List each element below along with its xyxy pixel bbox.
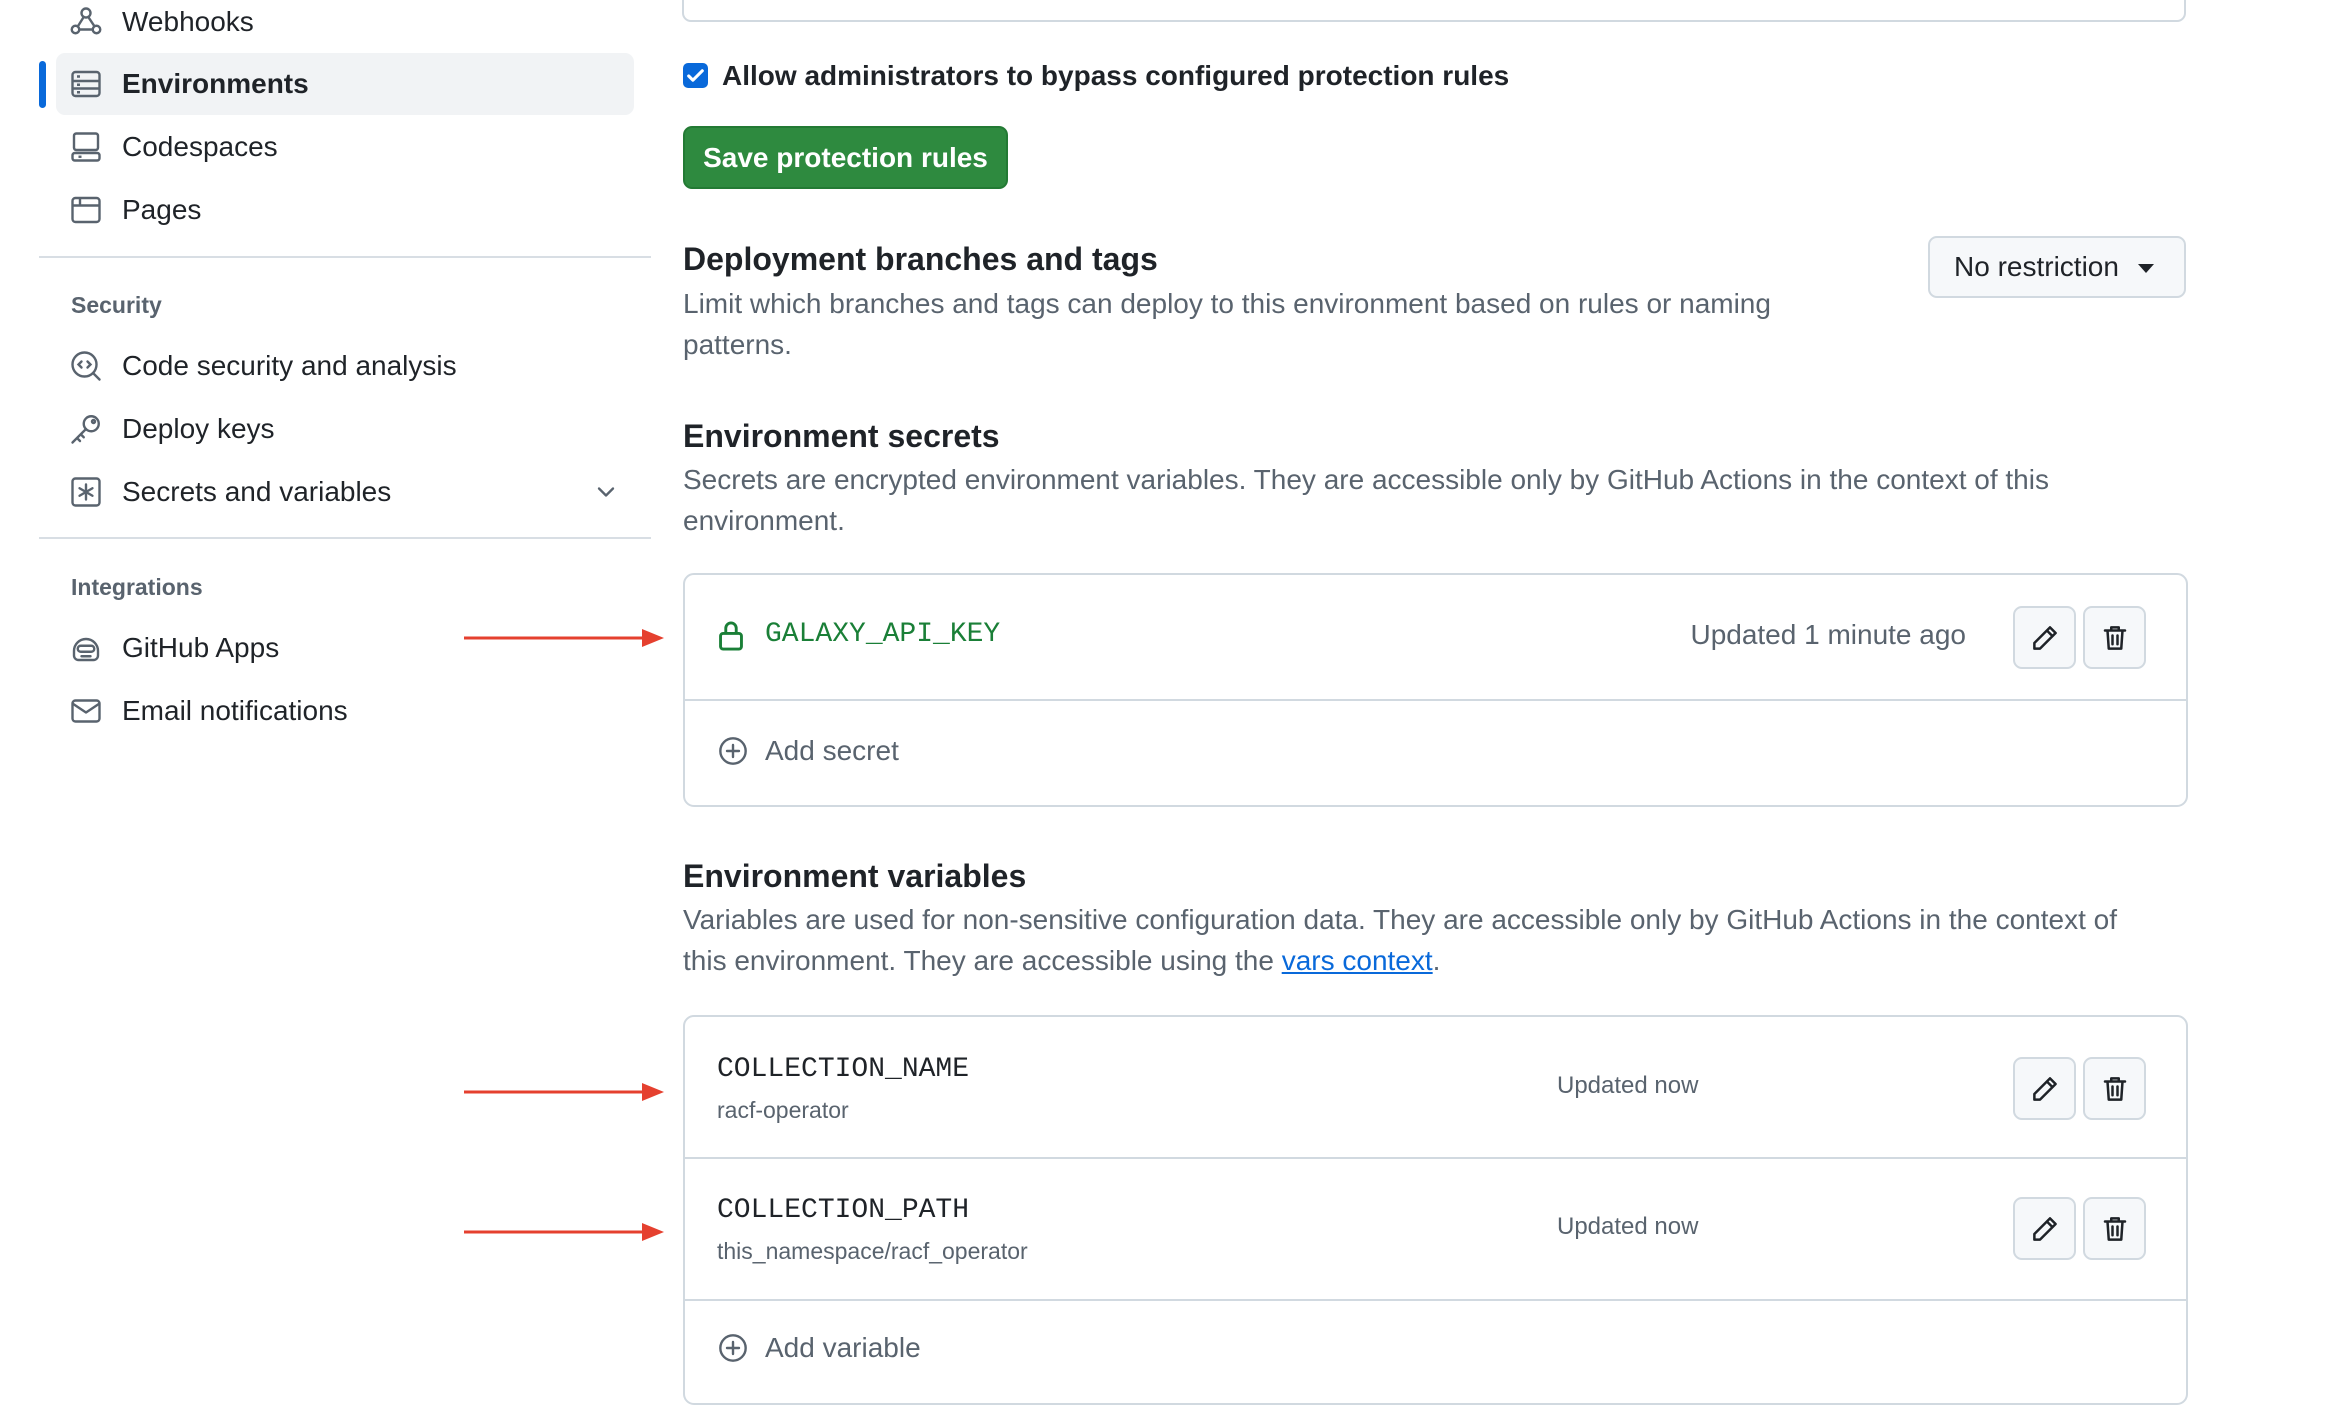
sidebar-item-label: GitHub Apps (122, 632, 280, 663)
variable-name: COLLECTION_PATH (717, 1195, 970, 1226)
delete-variable-button[interactable] (2083, 1197, 2146, 1260)
bypass-checkbox[interactable] (683, 63, 708, 88)
mail-icon (71, 699, 101, 723)
environment-variables-description: Variables are used for non-sensitive con… (683, 899, 2117, 981)
description-line: Variables are used for non-sensitive con… (683, 904, 2117, 935)
check-icon (687, 69, 704, 82)
row-divider (685, 699, 2186, 701)
sidebar-heading-integrations: Integrations (71, 574, 203, 600)
sidebar-item-codespaces[interactable]: Codespaces (56, 116, 634, 178)
codespaces-icon (71, 132, 101, 162)
key-icon (71, 415, 100, 444)
sidebar-item-label: Email notifications (122, 695, 348, 726)
dropdown-value: No restriction (1954, 251, 2119, 282)
pencil-icon (2032, 1216, 2057, 1241)
sidebar-item-pages[interactable]: Pages (56, 179, 634, 241)
variable-row: COLLECTION_PATH this_namespace/racf_oper… (685, 1159, 2186, 1299)
environment-secrets-title: Environment secrets (683, 418, 1000, 454)
browser-icon (71, 196, 101, 224)
sidebar-item-environments[interactable]: Environments (56, 53, 634, 115)
chevron-down-icon[interactable] (592, 478, 620, 506)
sidebar-item-webhooks[interactable]: Webhooks (56, 0, 634, 53)
delete-secret-button[interactable] (2083, 606, 2146, 669)
delete-variable-button[interactable] (2083, 1057, 2146, 1120)
sidebar-item-label: Secrets and variables (122, 476, 392, 507)
sidebar-item-label: Webhooks (122, 6, 254, 37)
deployment-branches-description: Limit which branches and tags can deploy… (683, 283, 1771, 365)
pencil-icon (2032, 625, 2057, 650)
annotation-arrow (464, 1223, 664, 1241)
variable-value: this_namespace/racf_operator (717, 1238, 1028, 1264)
codescan-icon (71, 351, 101, 381)
secret-updated-time: Updated 1 minute ago (1690, 619, 1966, 650)
variable-row: COLLECTION_NAME racf-operator Updated no… (685, 1017, 2186, 1157)
sidebar-item-label: Deploy keys (122, 413, 275, 444)
add-secret-button[interactable]: Add secret (717, 735, 899, 767)
protection-rules-box (682, 0, 2186, 22)
description-text: . (1432, 945, 1441, 976)
sidebar-item-email-notifications[interactable]: Email notifications (56, 680, 634, 742)
row-divider (685, 1299, 2186, 1301)
trash-icon (2103, 1216, 2126, 1241)
settings-page: Webhooks Environments Codespaces Pages S… (0, 0, 2352, 1424)
sidebar-item-deploy-keys[interactable]: Deploy keys (56, 398, 634, 460)
vars-context-link[interactable]: vars context (1282, 945, 1433, 976)
bypass-checkbox-label[interactable]: Allow administrators to bypass configure… (722, 60, 1509, 92)
sidebar-item-code-security[interactable]: Code security and analysis (56, 335, 634, 397)
trash-icon (2103, 625, 2126, 650)
environment-variables-title: Environment variables (683, 858, 1027, 894)
add-variable-button[interactable]: Add variable (717, 1332, 921, 1364)
description-line: this environment. They are accessible us… (683, 940, 2117, 981)
variable-name: COLLECTION_NAME (717, 1054, 970, 1085)
sidebar-item-label: Codespaces (122, 131, 278, 162)
variables-list: COLLECTION_NAME racf-operator Updated no… (683, 1015, 2188, 1405)
deployment-branches-dropdown[interactable]: No restriction (1928, 236, 2186, 298)
lock-icon (719, 621, 743, 651)
sidebar-item-label: Pages (122, 194, 202, 225)
secret-row: GALAXY_API_KEY Updated 1 minute ago (685, 575, 2186, 699)
secret-name: GALAXY_API_KEY (765, 619, 1001, 650)
deployment-branches-title: Deployment branches and tags (683, 241, 1158, 277)
edit-variable-button[interactable] (2013, 1057, 2076, 1120)
active-indicator (39, 61, 46, 108)
sidebar-item-label: Code security and analysis (122, 350, 457, 381)
edit-secret-button[interactable] (2013, 606, 2076, 669)
save-protection-rules-button[interactable]: Save protection rules (683, 126, 1008, 189)
server-icon (71, 70, 101, 98)
plus-circle-icon (719, 1334, 747, 1362)
variable-updated-time: Updated now (1557, 1072, 1699, 1099)
sidebar-heading-security: Security (71, 292, 162, 318)
add-variable-label: Add variable (765, 1332, 921, 1363)
sidebar-divider (39, 256, 651, 258)
trash-icon (2103, 1076, 2126, 1101)
pencil-icon (2032, 1076, 2057, 1101)
annotation-arrow (464, 1083, 664, 1101)
variable-value: racf-operator (717, 1097, 849, 1123)
sidebar-item-secrets-and-variables[interactable]: Secrets and variables (56, 461, 634, 523)
add-secret-label: Add secret (765, 735, 899, 766)
description-text: this environment. They are accessible us… (683, 945, 1282, 976)
secrets-list: GALAXY_API_KEY Updated 1 minute ago Add … (683, 573, 2188, 807)
description-line: Limit which branches and tags can deploy… (683, 288, 1771, 319)
environment-secrets-description: Secrets are encrypted environment variab… (683, 459, 2049, 541)
annotation-arrow (464, 629, 664, 647)
description-line: Secrets are encrypted environment variab… (683, 464, 2049, 495)
plus-circle-icon (719, 737, 747, 765)
description-line: patterns. (683, 329, 792, 360)
hubot-icon (72, 637, 100, 662)
webhook-icon (70, 7, 102, 35)
edit-variable-button[interactable] (2013, 1197, 2076, 1260)
description-line: environment. (683, 505, 845, 536)
key-asterisk-icon (71, 477, 101, 507)
sidebar-item-label: Environments (122, 68, 309, 99)
caret-down-icon (2138, 264, 2154, 273)
sidebar-divider (39, 537, 651, 539)
variable-updated-time: Updated now (1557, 1213, 1699, 1240)
